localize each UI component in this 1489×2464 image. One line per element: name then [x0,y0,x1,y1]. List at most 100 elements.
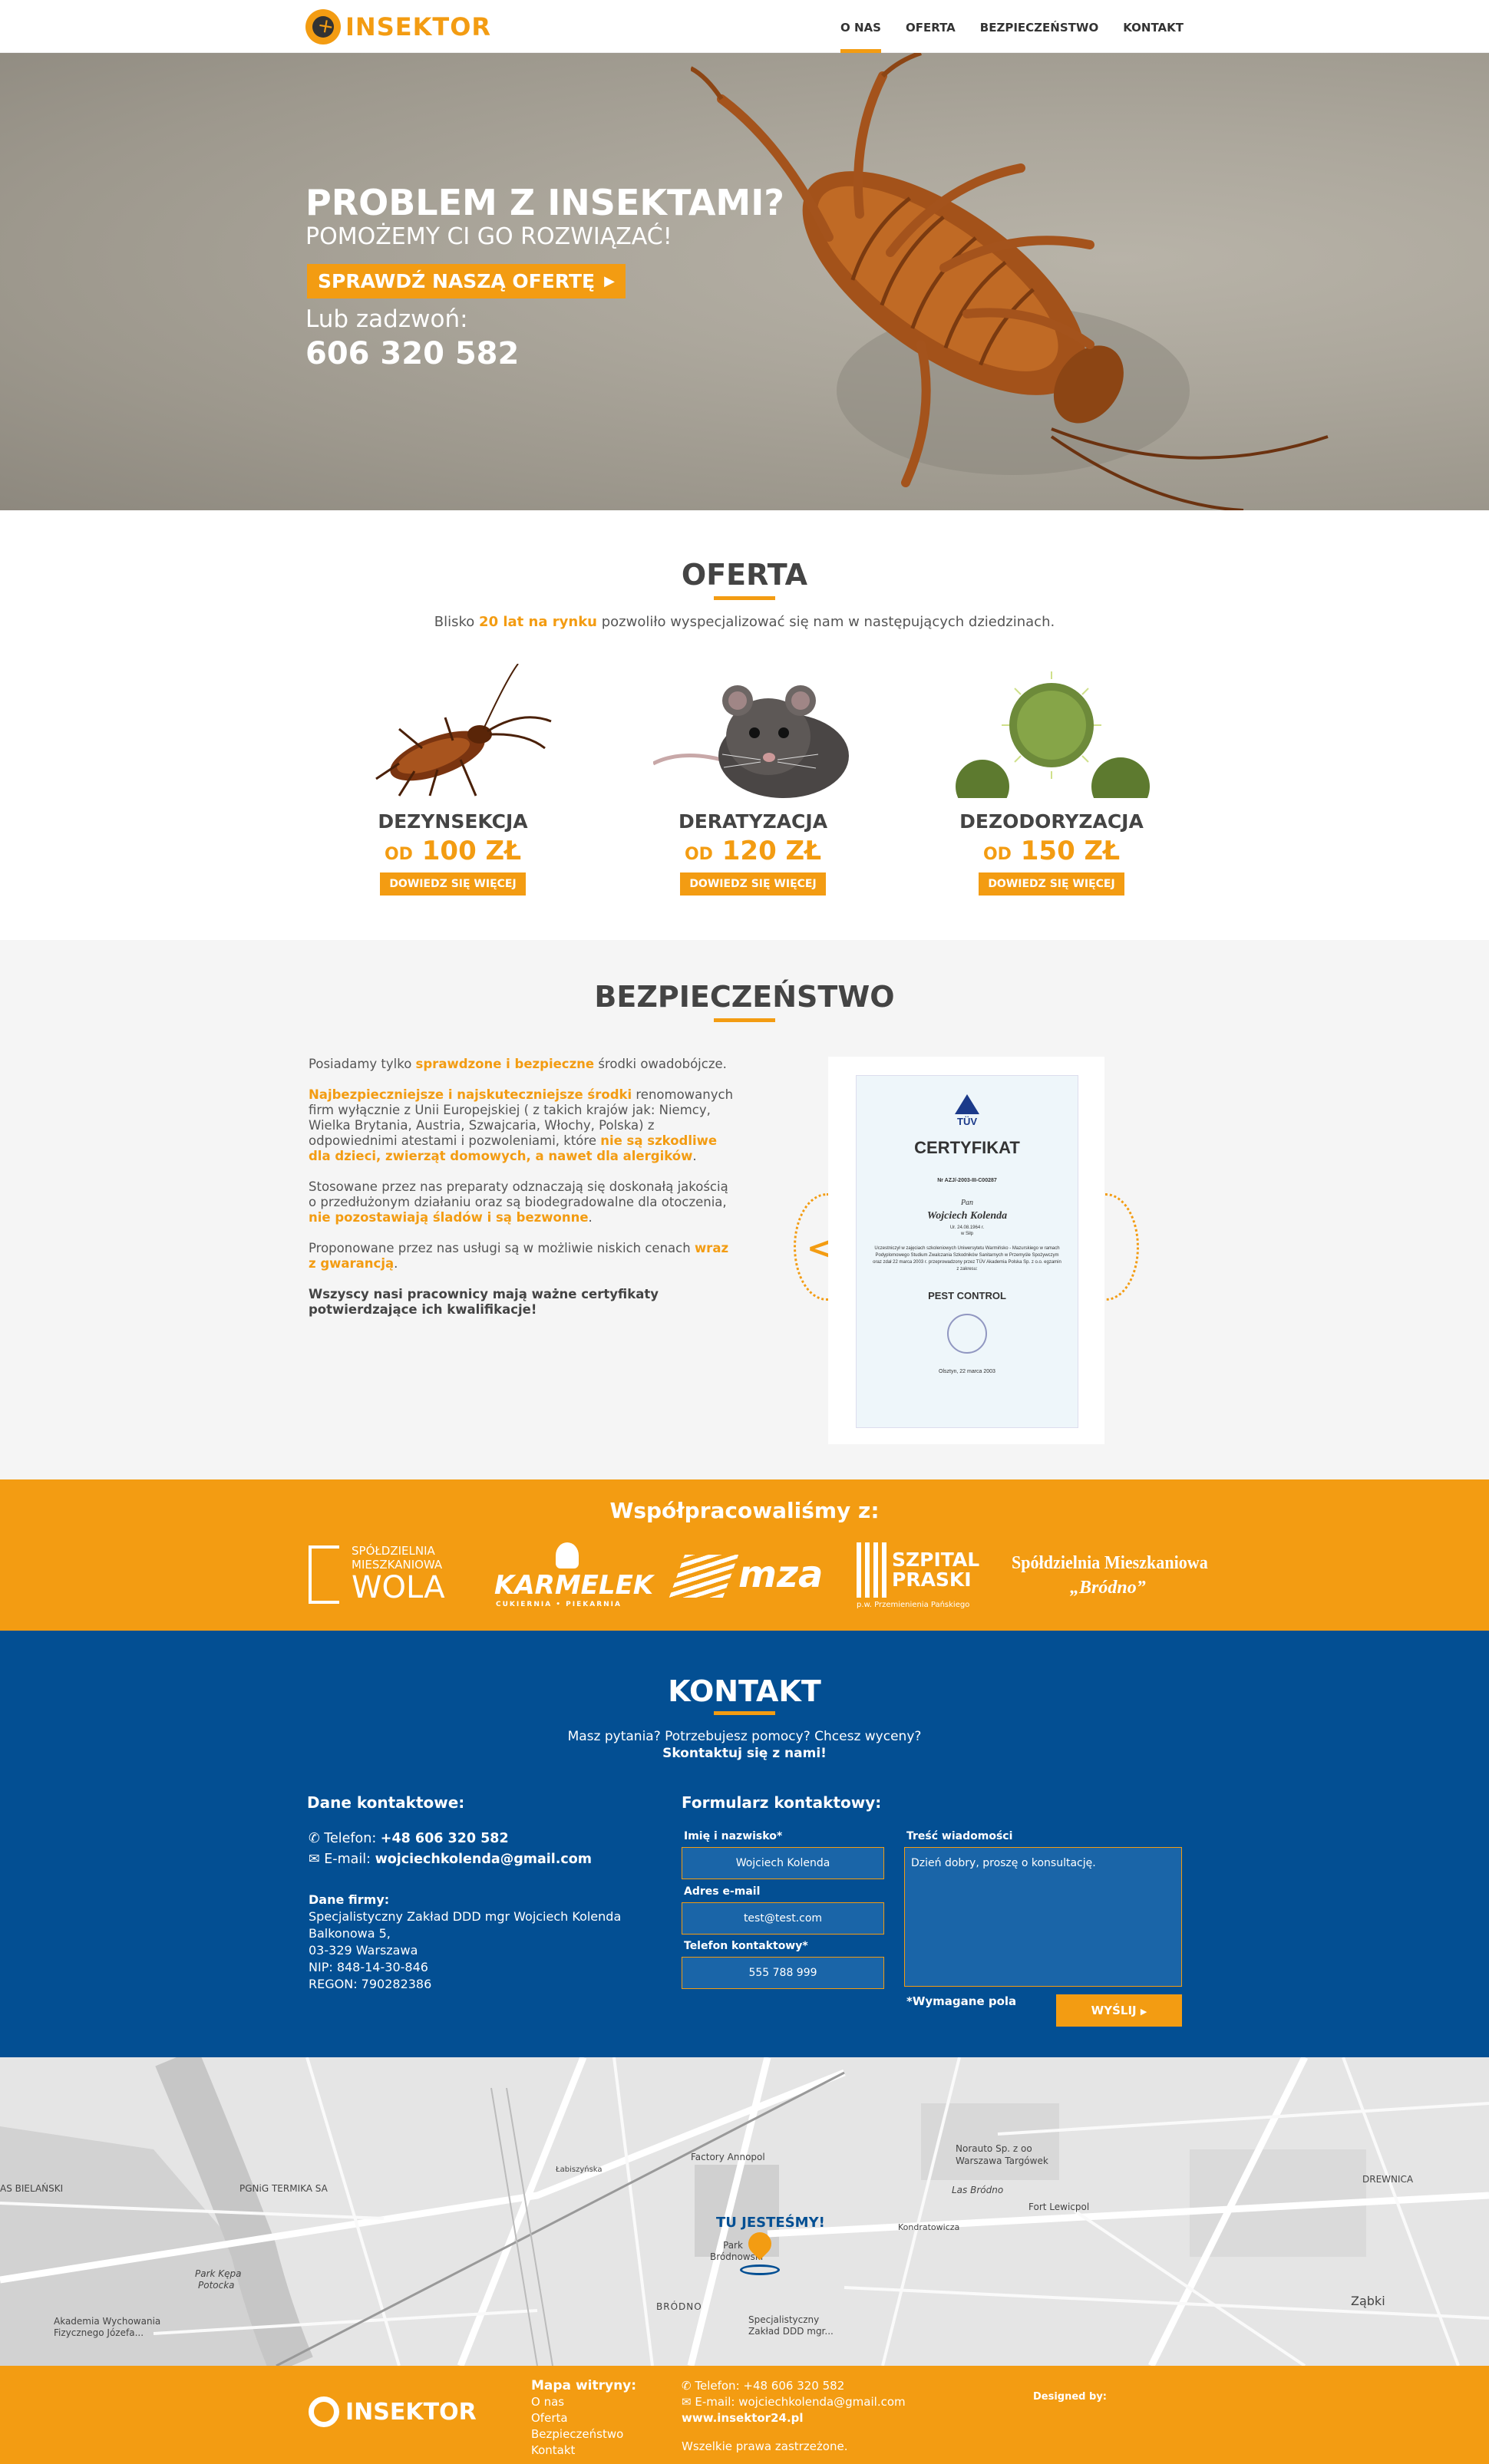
cert-body: Uczestniczył w zajęciach szkoleniowych U… [873,1246,1061,1272]
sitemap-title: Mapa witryny: [531,2378,637,2393]
safety-paragraph: Wszyscy nasi pracownicy mają ważne certy… [309,1287,659,1317]
check-offer-button[interactable]: SPRAWDŹ NASZĄ OFERTĘ ▶ [307,264,626,299]
map-label: DREWNICA [1362,2174,1414,2185]
email-row: ✉ E-mail: wojciechkolenda@gmail.com [309,1852,593,1867]
send-label: WYŚLIJ [1091,2004,1137,2017]
partner-text: p.w. Przemienienia Pańskiego [857,1601,970,1609]
nav-item-kontakt[interactable]: KONTAKT [1123,0,1184,53]
hero-subtitle: POMOŻEMY CI GO ROZWIĄZAĆ! [305,223,672,250]
check-offer-label: SPRAWDŹ NASZĄ OFERTĘ [318,270,596,292]
nav-item-bezpieczenstwo[interactable]: BEZPIECZEŃSTWO [980,0,1098,53]
footer-link-bezpieczenstwo[interactable]: Bezpieczeństwo [531,2426,636,2443]
footer-rights: Wszelkie prawa zastrzeżone. [682,2439,848,2453]
message-label: Treść wiadomości [906,1830,1013,1842]
footer-phone[interactable]: ✆ Telefon: +48 606 320 582 [682,2378,906,2394]
nav-item-o-nas[interactable]: O NAS [840,0,881,53]
site-footer: INSEKTOR Mapa witryny: O nas Oferta Bezp… [0,2366,1489,2464]
hero-banner: PROBLEM Z INSEKTAMI? POMOŻEMY CI GO ROZW… [0,53,1489,510]
contact-lead-cta: Skontaktuj się z nami! [662,1746,827,1761]
footer-link-oferta[interactable]: Oferta [531,2410,636,2426]
partner-logo-wola: SPÓŁDZIELNIA MIESZKANIOWA WOLA [309,1542,454,1611]
map-label: Kondratowicza [898,2222,960,2232]
phone-icon: ✆ [682,2379,692,2393]
partners-section: Współpracowaliśmy z: SPÓŁDZIELNIA MIESZK… [0,1479,1489,1631]
map-label: Specjalistyczny [748,2314,820,2325]
building-icon [309,1545,339,1604]
hero-title: PROBLEM Z INSEKTAMI? [305,182,784,223]
footer-link-kontakt[interactable]: Kontakt [531,2443,636,2459]
safety-section: BEZPIECZEŃSTWO Posiadamy tylko sprawdzon… [0,940,1489,1479]
hospital-icon [857,1542,889,1598]
name-input[interactable]: Wojciech Kolenda [682,1847,884,1879]
logo[interactable]: ✕ INSEKTOR [305,9,491,45]
partner-text: CUKIERNIA • PIEKARNIA [496,1601,622,1608]
email-input[interactable]: test@test.com [682,1902,884,1935]
partner-text: PRASKI [892,1568,972,1591]
cert-scope: PEST CONTROL [928,1290,1006,1301]
partner-logo-mza: mza [669,1542,823,1611]
partner-text: SPÓŁDZIELNIA [352,1544,435,1558]
cert-birth: Ur. 24.08.1964 r. [949,1225,985,1230]
map-label: Fizycznego Józefa... [54,2327,144,2338]
map-label: BRÓDNO [656,2301,702,2312]
map-streets [0,2057,1489,2366]
required-note: *Wymagane pola [906,1994,1017,2008]
send-button[interactable]: WYŚLIJ ▶ [1056,1994,1182,2027]
partner-logo-karmelek: KARMELEK CUKIERNIA • PIEKARNIA [494,1542,653,1611]
title-underline [714,1711,775,1715]
cockroach-icon [375,663,552,797]
partner-text: „Bródno” [1070,1578,1146,1598]
footer-www[interactable]: www.insektor24.pl [682,2410,906,2426]
company-line: NIP: 848-14-30-846 [309,1960,428,1974]
learn-more-button[interactable]: DOWIEDZ SIĘ WIĘCEJ [380,872,526,896]
footer-logo-text: INSEKTOR [345,2398,477,2426]
map-pin-base-icon [740,2264,780,2275]
phone-label: Telefon kontaktowy* [684,1940,808,1952]
footer-link-o-nas[interactable]: O nas [531,2394,636,2410]
message-textarea[interactable]: Dzień dobry, proszę o konsultację. [904,1847,1182,1987]
sitemap: Mapa witryny: O nas Oferta Bezpieczeństw… [531,2378,636,2459]
map-label: Fort Lewicpol [1028,2202,1090,2212]
partner-text: WOLA [352,1570,445,1605]
hero-phone[interactable]: 606 320 582 [305,336,519,371]
title-underline [714,596,775,600]
footer-email[interactable]: ✉ E-mail: wojciechkolenda@gmail.com [682,2394,906,2410]
cert-number: Nr AZJ/-2003-III-C00287 [937,1178,997,1183]
map-label: Park [723,2240,743,2251]
nav-item-oferta[interactable]: OFERTA [906,0,956,53]
partner-logo-szpital-praski: SZPITAL PRASKI p.w. Przemienienia Pański… [857,1542,987,1611]
company-title: Dane firmy: [309,1892,390,1907]
designed-by: Designed by: [1033,2391,1107,2403]
logo-text: INSEKTOR [345,12,492,41]
safety-paragraph: Posiadamy tylko sprawdzone i bezpieczne … [309,1057,727,1071]
map-label: Łabiszyńska [556,2165,603,2174]
germ-icon [956,671,1150,816]
contact-phone[interactable]: +48 606 320 582 [381,1831,509,1846]
offer-name: DERATYZACJA [678,810,828,833]
location-map[interactable]: Factory Annopol Norauto Sp. z oo Warszaw… [0,2057,1489,2366]
contact-email[interactable]: wojciechkolenda@gmail.com [375,1852,592,1867]
caret-right-icon: ▶ [1140,2007,1147,2017]
company-line: Balkonowa 5, [309,1926,391,1941]
offer-price: OD 100 ZŁ [384,836,522,866]
map-label: AS BIELAŃSKI [0,2183,64,2194]
partner-text: SZPITAL [892,1549,980,1571]
company-line: Specjalistyczny Zakład DDD mgr Wojciech … [309,1909,622,1924]
offer-lead: Blisko 20 lat na rynku pozwoliło wyspecj… [434,614,1055,630]
certificate-image: TÜV CERTYFIKAT Nr AZJ/-2003-III-C00287 P… [856,1075,1078,1428]
offer-card-dezodoryzacja: DEZODORYZACJA OD 150 ZŁ DOWIEDZ SIĘ WIĘC… [936,664,1167,896]
safety-paragraph: Stosowane przez nas preparaty odznaczają… [309,1179,728,1225]
map-label: Factory Annopol [691,2152,765,2162]
partner-text: KARMELEK [494,1570,654,1601]
phone-row: ✆ Telefon: +48 606 320 582 [309,1831,509,1846]
learn-more-button[interactable]: DOWIEDZ SIĘ WIĘCEJ [680,872,826,896]
phone-input[interactable]: 555 788 999 [682,1957,884,1989]
cert-title: CERTYFIKAT [914,1138,1020,1157]
map-label: Potocka [198,2280,235,2291]
caret-right-icon: ▶ [604,273,615,289]
footer-logo[interactable]: INSEKTOR [309,2396,477,2427]
learn-more-button[interactable]: DOWIEDZ SIĘ WIĘCEJ [979,872,1124,896]
safety-paragraph: Proponowane przez nas usługi są w możliw… [309,1241,729,1271]
offer-section: OFERTA Blisko 20 lat na rynku pozwoliło … [0,510,1489,940]
offer-name: DEZYNSEKCJA [378,810,528,833]
